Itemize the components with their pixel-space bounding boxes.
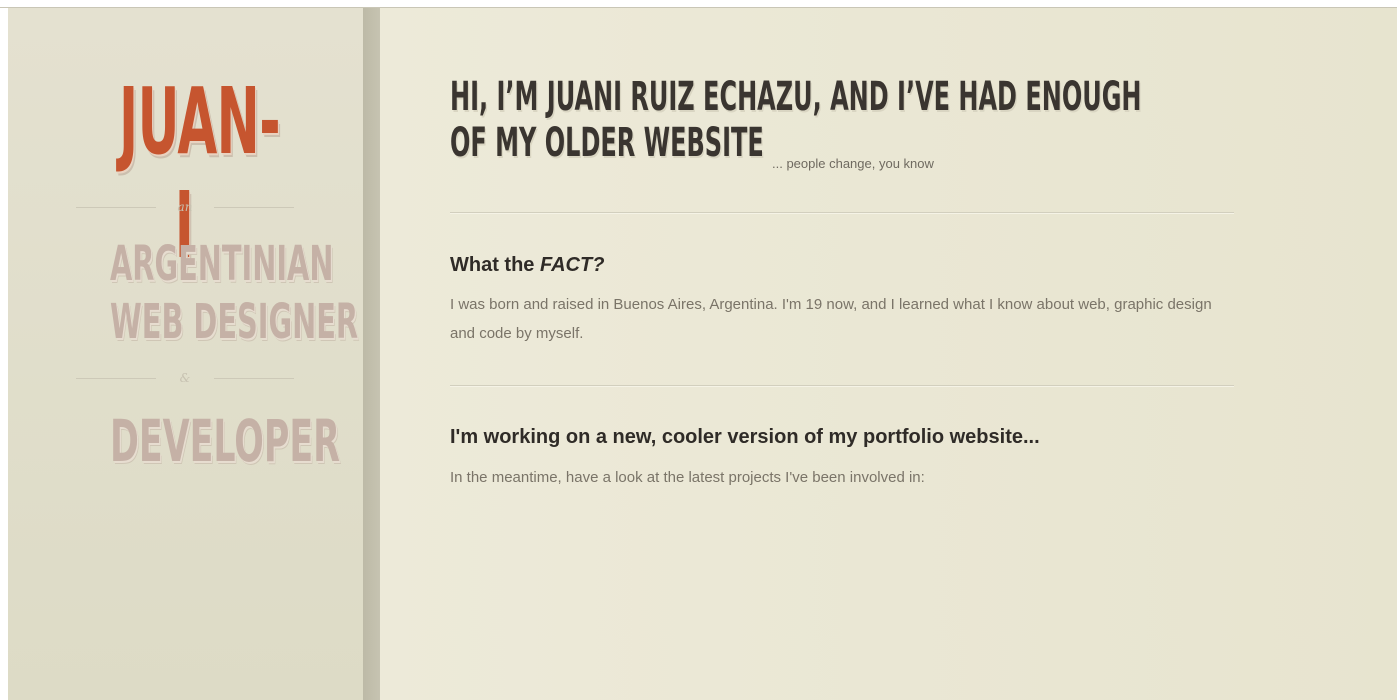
section-title-portfolio: I'm working on a new, cooler version of … [450,426,1040,448]
headline-line-1: HI, I’M JUANI RUIZ ECHAZU, AND I’VE HAD … [450,74,1142,120]
page-headline: HI, I’M JUANI RUIZ ECHAZU, AND I’VE HAD … [450,74,1142,166]
top-border [0,0,1397,8]
section-title-fact: What the FACT? [450,254,604,277]
left-border [0,8,8,700]
section-separator [450,212,1234,214]
divider-an: an [76,200,294,214]
divider-ampersand: & [76,371,294,385]
divider-line-right [214,378,294,379]
role-developer: DEVELOPER [110,407,340,475]
section-separator [450,385,1234,387]
section-title-emphasis: FACT? [540,254,605,276]
headline-tagline: ... people change, you know [772,156,934,171]
sidebar-shadow [363,8,380,700]
section-body-portfolio: In the meantime, have a look at the late… [450,469,925,486]
section-body-fact: I was born and raised in Buenos Aires, A… [450,296,1212,342]
divider-line-right [214,207,294,208]
role-web-designer: WEB DESIGNER [110,294,359,350]
section-title-prefix: What the [450,254,540,276]
role-argentinian: ARGENTINIAN [110,236,334,292]
